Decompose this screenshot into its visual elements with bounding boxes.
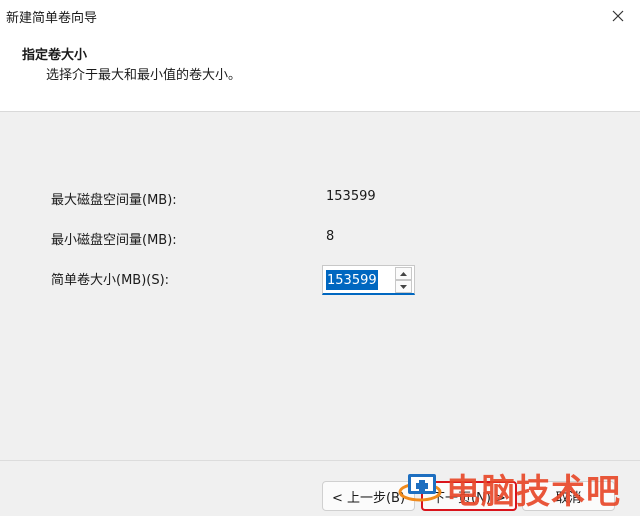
next-button[interactable]: 下一页(N) > bbox=[421, 481, 517, 511]
page-title: 指定卷大小 bbox=[22, 48, 88, 63]
volume-size-input[interactable] bbox=[325, 269, 395, 291]
chevron-down-icon bbox=[400, 284, 407, 289]
close-button[interactable] bbox=[606, 4, 630, 28]
volume-size-stepper[interactable] bbox=[322, 265, 415, 295]
cancel-button[interactable]: 取消 bbox=[522, 481, 615, 511]
stepper-down-button[interactable] bbox=[395, 280, 412, 293]
window-title: 新建简单卷向导 bbox=[6, 11, 98, 26]
footer-divider bbox=[0, 460, 640, 461]
max-size-label: 最大磁盘空间量(MB): bbox=[51, 193, 177, 208]
stepper-up-button[interactable] bbox=[395, 267, 412, 280]
min-size-label: 最小磁盘空间量(MB): bbox=[51, 233, 177, 248]
min-size-value: 8 bbox=[326, 229, 335, 244]
close-icon bbox=[612, 10, 624, 22]
wizard-header: 新建简单卷向导 指定卷大小 选择介于最大和最小值的卷大小。 bbox=[0, 0, 640, 112]
back-button[interactable]: < 上一步(B) bbox=[322, 481, 415, 511]
max-size-value: 153599 bbox=[326, 189, 376, 204]
stepper-buttons bbox=[395, 267, 412, 293]
chevron-up-icon bbox=[400, 271, 407, 276]
page-subtitle: 选择介于最大和最小值的卷大小。 bbox=[46, 68, 242, 83]
volume-size-label: 简单卷大小(MB)(S): bbox=[51, 273, 170, 288]
